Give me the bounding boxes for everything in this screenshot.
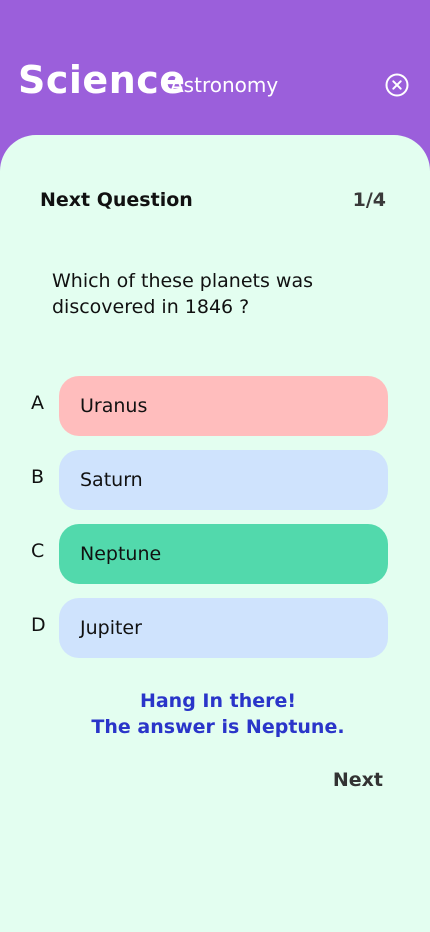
close-icon[interactable]: [385, 73, 409, 97]
question-counter: 1/4: [352, 189, 386, 211]
next-button[interactable]: Next: [333, 769, 383, 791]
option-a-button[interactable]: Uranus: [59, 376, 388, 436]
next-question-label: Next Question: [40, 189, 193, 211]
option-letter-d: D: [31, 614, 46, 636]
page-subtitle: Astronomy: [170, 73, 279, 97]
option-b-button[interactable]: Saturn: [59, 450, 388, 510]
page-title: Science: [18, 58, 186, 102]
option-letter-c: C: [31, 540, 45, 562]
option-letter-a: A: [31, 392, 44, 414]
feedback-message: Hang In there! The answer is Neptune.: [0, 688, 430, 740]
option-d-button[interactable]: Jupiter: [59, 598, 388, 658]
option-c-button[interactable]: Neptune: [59, 524, 388, 584]
option-letter-b: B: [31, 466, 45, 488]
feedback-line-2: The answer is Neptune.: [91, 716, 345, 738]
question-text: Which of these planets was discovered in…: [52, 270, 313, 318]
feedback-line-1: Hang In there!: [139, 690, 297, 712]
quiz-card: Next Question 1/4 Which of these planets…: [0, 135, 430, 932]
